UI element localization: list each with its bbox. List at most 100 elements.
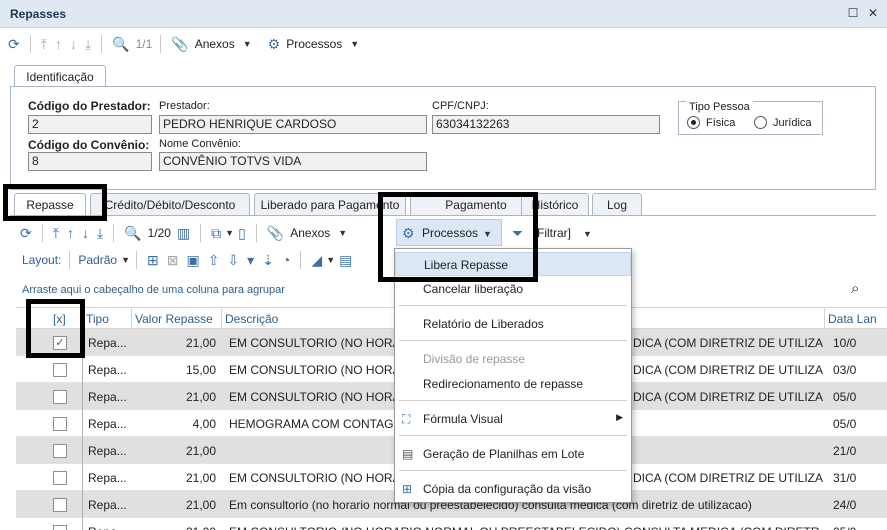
tab-label: Log	[606, 197, 628, 212]
column-header-select[interactable]: [x]	[53, 312, 66, 326]
anexos-button[interactable]: Anexos	[193, 37, 237, 51]
previous-record-icon[interactable]: ↑	[51, 34, 66, 54]
pin-icon[interactable]: ⇣	[258, 250, 278, 270]
cell-tipo: Repa...	[88, 498, 127, 512]
grid-icon: ⊞	[402, 482, 413, 496]
detail-toolbar: ⟳ ⤒ ↑ ↓ ⤓ 🔍 1/20 ▥ ⧉ ▼ ▯ 📎 Anexos ▼	[16, 219, 347, 247]
flowchart-icon: ⛶	[402, 412, 411, 426]
row-indicator-border	[82, 329, 83, 530]
restore-icon[interactable]: ☐	[846, 6, 860, 20]
juridica-radio[interactable]	[754, 116, 767, 129]
refresh-icon[interactable]: ⟳	[16, 223, 36, 243]
table-row[interactable]: Repa... 21,00 EM CONSULTORIO (NO HORARIO N…	[16, 518, 887, 530]
cell-tipo: Repa...	[88, 471, 127, 485]
chevron-down-icon[interactable]: ▼	[326, 255, 335, 265]
next-record-icon[interactable]: ↓	[78, 223, 93, 243]
tab-identificacao[interactable]: Identificação	[14, 65, 106, 87]
search-icon[interactable]: ⌕	[851, 280, 859, 297]
grid-view-icon[interactable]: ▥	[173, 223, 194, 243]
add-row-icon[interactable]: ⊞	[143, 250, 163, 270]
chevron-down-icon[interactable]: ▼	[225, 228, 234, 238]
menu-item-geracao-planilhas[interactable]: ▤ Geração de Planilhas em Lote	[395, 442, 631, 466]
export-icon[interactable]: ⧉	[207, 223, 225, 243]
row-checkbox[interactable]	[53, 498, 67, 512]
column-divider	[221, 308, 222, 330]
column-header-valor[interactable]: Valor Repasse	[135, 312, 213, 326]
tab-log[interactable]: Log	[592, 193, 642, 215]
tipo-pessoa-label: Tipo Pessoa	[686, 101, 753, 113]
color-icon[interactable]: ◔	[278, 250, 294, 270]
tab-label: Pagamento	[445, 197, 507, 212]
search-icon[interactable]: 🔍	[120, 223, 145, 243]
print-icon[interactable]: ▤	[335, 250, 356, 270]
last-record-icon[interactable]: ⤓	[93, 223, 107, 243]
menu-item-label: Libera Repasse	[424, 258, 509, 272]
prestador-field[interactable]: PEDRO HENRIQUE CARDOSO	[159, 115, 427, 134]
cell-descricao-right: DICA (COM DIRETRIZ DE UTILIZACAO)	[633, 336, 823, 350]
codigo-convenio-field[interactable]: 8	[28, 152, 152, 171]
processos-button[interactable]: Processos	[420, 226, 480, 240]
search-icon[interactable]: 🔍	[108, 34, 133, 54]
move-up-icon[interactable]: ⇧	[204, 250, 224, 270]
cpf-cnpj-field[interactable]: 63034132263	[432, 115, 660, 134]
nome-convenio-field[interactable]: CONVÊNIO TOTVS VIDA	[159, 152, 427, 171]
move-down-icon[interactable]: ⇩	[223, 250, 243, 270]
row-checkbox[interactable]	[53, 417, 67, 431]
tab-liberado-pagamento[interactable]: Liberado para Pagamento	[254, 193, 406, 215]
row-checkbox[interactable]	[53, 363, 67, 377]
document-icon: ▤	[402, 447, 414, 461]
cell-data: 05/0	[833, 525, 873, 530]
filter-icon[interactable]: ⏷	[508, 223, 527, 243]
group-by-hint[interactable]: Arraste aqui o cabeçalho de uma coluna p…	[22, 284, 285, 296]
menu-item-formula-visual[interactable]: ⛶ Fórmula Visual ▶	[395, 407, 631, 431]
layout-select[interactable]: Padrão	[76, 253, 119, 267]
toolbar-separator	[200, 224, 202, 242]
record-pager: 1/1	[135, 37, 153, 51]
chevron-down-icon[interactable]: ▼	[483, 229, 492, 239]
processos-button[interactable]: Processos	[284, 37, 344, 51]
chevron-down-icon[interactable]: ▼	[338, 228, 347, 238]
first-record-icon[interactable]: ⤒	[49, 223, 63, 243]
paint-icon[interactable]: ▾	[243, 250, 258, 270]
column-header-tipo[interactable]: Tipo	[86, 312, 109, 326]
menu-item-label: Divisão de repasse	[423, 352, 526, 366]
menu-item-relatorio-liberados[interactable]: Relatório de Liberados	[395, 312, 631, 336]
close-icon[interactable]: ✕	[866, 6, 880, 20]
toolbar-separator	[113, 224, 115, 242]
cpf-cnpj-label: CPF/CNPJ:	[432, 100, 489, 112]
cell-tipo: Repa...	[88, 336, 127, 350]
processos-menu: Libera Repasse Cancelar liberação Relató…	[394, 248, 632, 503]
chevron-down-icon[interactable]: ▼	[243, 39, 252, 49]
menu-item-libera-repasse[interactable]: Libera Repasse	[395, 252, 631, 276]
row-checkbox[interactable]: ✓	[53, 336, 67, 350]
chevron-down-icon[interactable]: ▼	[350, 39, 359, 49]
anexos-button[interactable]: Anexos	[288, 226, 332, 240]
chart-icon[interactable]: ◢	[307, 250, 326, 270]
tab-credito-debito-desconto[interactable]: Crédito/Débito/Desconto	[90, 193, 250, 215]
menu-item-cancelar-liberacao[interactable]: Cancelar liberação	[395, 277, 631, 301]
menu-item-redirecionamento[interactable]: Redirecionamento de repasse	[395, 372, 631, 396]
document-icon[interactable]: ▯	[234, 223, 250, 243]
fisica-radio[interactable]	[687, 116, 700, 129]
refresh-icon[interactable]: ⟳	[4, 34, 24, 54]
previous-record-icon[interactable]: ↑	[63, 223, 78, 243]
cell-tipo: Repa...	[88, 444, 127, 458]
last-record-icon[interactable]: ⤓	[81, 34, 95, 54]
row-checkbox[interactable]	[53, 390, 67, 404]
row-checkbox[interactable]	[53, 525, 67, 530]
chevron-down-icon[interactable]: ▼	[121, 255, 130, 265]
delete-row-icon[interactable]: ⊠	[163, 250, 183, 270]
filtrar-button[interactable]: Filtrar]	[535, 226, 573, 240]
save-icon[interactable]: ▣	[182, 250, 203, 270]
tab-historico[interactable]: Histórico	[521, 193, 589, 215]
row-checkbox[interactable]	[53, 444, 67, 458]
column-header-data[interactable]: Data Lan	[828, 312, 877, 326]
next-record-icon[interactable]: ↓	[66, 34, 81, 54]
menu-item-copia-configuracao[interactable]: ⊞ Cópia da configuração da visão	[395, 477, 631, 501]
first-record-icon[interactable]: ⤒	[37, 34, 51, 54]
column-header-descricao[interactable]: Descrição	[225, 312, 278, 326]
row-checkbox[interactable]	[53, 471, 67, 485]
tab-repasse[interactable]: Repasse	[14, 193, 86, 215]
chevron-down-icon[interactable]: ▼	[583, 229, 592, 239]
codigo-prestador-field[interactable]: 2	[28, 115, 152, 134]
